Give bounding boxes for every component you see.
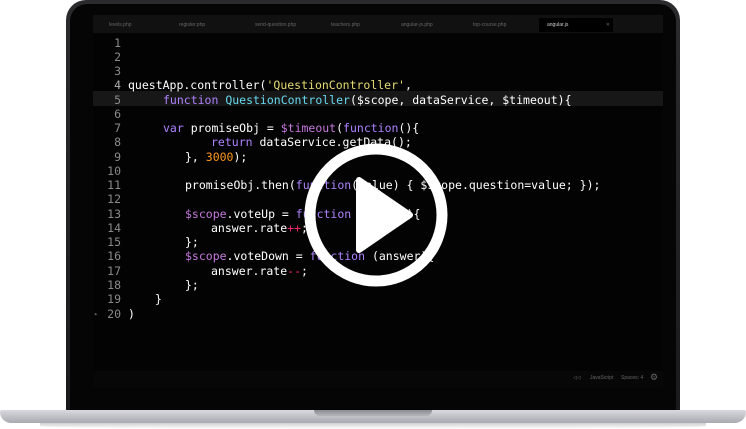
code-token: ); [233,150,248,164]
tab-angular-js[interactable]: angular.js ✕ [539,18,613,32]
code-line-5: function QuestionController($scope, data… [163,93,572,107]
code-token: ++ [287,221,302,235]
line-number: 18 [107,278,121,292]
editor-tab-bar: levels.php register.php send-question.ph… [93,15,663,33]
line-number: 10 [107,164,121,178]
code-token: answer.rate [211,221,288,235]
line-number: 4 [114,78,121,92]
tab-teachers[interactable]: teachers.php [331,18,393,32]
line-number: 7 [114,121,121,135]
line-number: 9 [114,150,121,164]
code-line-19: } [155,292,162,306]
line-number: 2 [114,50,121,64]
code-token: (){ [398,121,420,135]
code-token: function [163,93,226,107]
code-line-18: }; [185,278,199,292]
tab-top-course[interactable]: top-course.php [473,18,539,32]
indentation-selector[interactable]: Spaces: 4 [621,375,643,381]
syntax-selector[interactable]: JavaScript [590,375,613,381]
code-token: function [343,121,399,135]
close-icon[interactable]: ✕ [606,18,610,32]
line-number: 6 [114,107,121,121]
line-number: 11 [107,178,121,192]
play-icon[interactable] [301,140,451,290]
code-token: $scope [185,249,227,263]
code-line-17: answer.rate--; [211,264,308,278]
code-line-4: questApp.controller('QuestionController'… [128,78,412,92]
line-number: 19 [107,292,121,306]
code-token: answer.rate [211,264,288,278]
code-token: ($scope, dataService, $timeout){ [349,93,572,107]
code-token: QuestionController [225,93,350,107]
code-token: .voteUp = [226,207,296,221]
code-token: promiseObj.then( [185,178,296,192]
line-number: 1 [114,36,121,50]
line-number: 8 [114,135,121,149]
code-token: }; [185,235,199,249]
line-number: 14 [107,221,121,235]
tab-label: angular-js.php [401,22,433,28]
code-token: ( [336,121,344,135]
code-token: ) [128,307,135,321]
tab-label: top-course.php [473,22,507,28]
code-line-9: }, 3000); [185,150,247,164]
code-token: -- [287,264,302,278]
code-token: , [404,78,412,92]
tab-label: register.php [179,22,206,28]
code-token: }, [185,150,206,164]
code-line-15: }; [185,235,199,249]
fold-arrow-icon[interactable]: ▸ [94,310,98,318]
laptop-shadow [40,423,706,429]
tab-levels[interactable]: levels.php [109,18,169,32]
code-token: 'QuestionController' [266,78,405,92]
tab-send-question[interactable]: send-question.php [255,18,323,32]
code-line-20: ) [128,307,135,321]
code-token: $scope [185,207,227,221]
code-token: } [155,292,162,306]
gear-icon[interactable]: ⚙ [650,372,658,383]
line-number: 3 [114,64,121,78]
tab-register[interactable]: register.php [179,18,245,32]
tab-label: teachers.php [331,22,360,28]
code-token: var [163,121,191,135]
code-token: }; [185,278,199,292]
tab-label: send-question.php [255,22,297,28]
status-arrows: ◁◁ [573,375,581,381]
code-token: questApp.controller( [128,78,267,92]
tab-label: angular.js [547,22,569,28]
code-token: .voteDown = [226,249,310,263]
line-number: 5 [114,93,121,107]
code-line-14: answer.rate++; [211,221,308,235]
code-line-7: var promiseObj = $timeout(function(){ [163,121,419,135]
line-number: 12 [107,192,121,206]
tab-label: levels.php [109,22,132,28]
code-token: $timeout [280,121,337,135]
laptop-opening-notch [314,410,432,416]
code-token: return [211,135,260,149]
status-bar: ◁◁ JavaScript Spaces: 4 ⚙ [93,371,663,388]
line-number: 13 [107,207,121,221]
line-number: 17 [107,264,121,278]
code-token: promiseObj = [190,121,281,135]
code-token: 3000 [205,150,234,164]
tab-angular-js-php[interactable]: angular-js.php [401,18,465,32]
line-number: 16 [107,249,121,263]
line-number: 15 [107,235,121,249]
